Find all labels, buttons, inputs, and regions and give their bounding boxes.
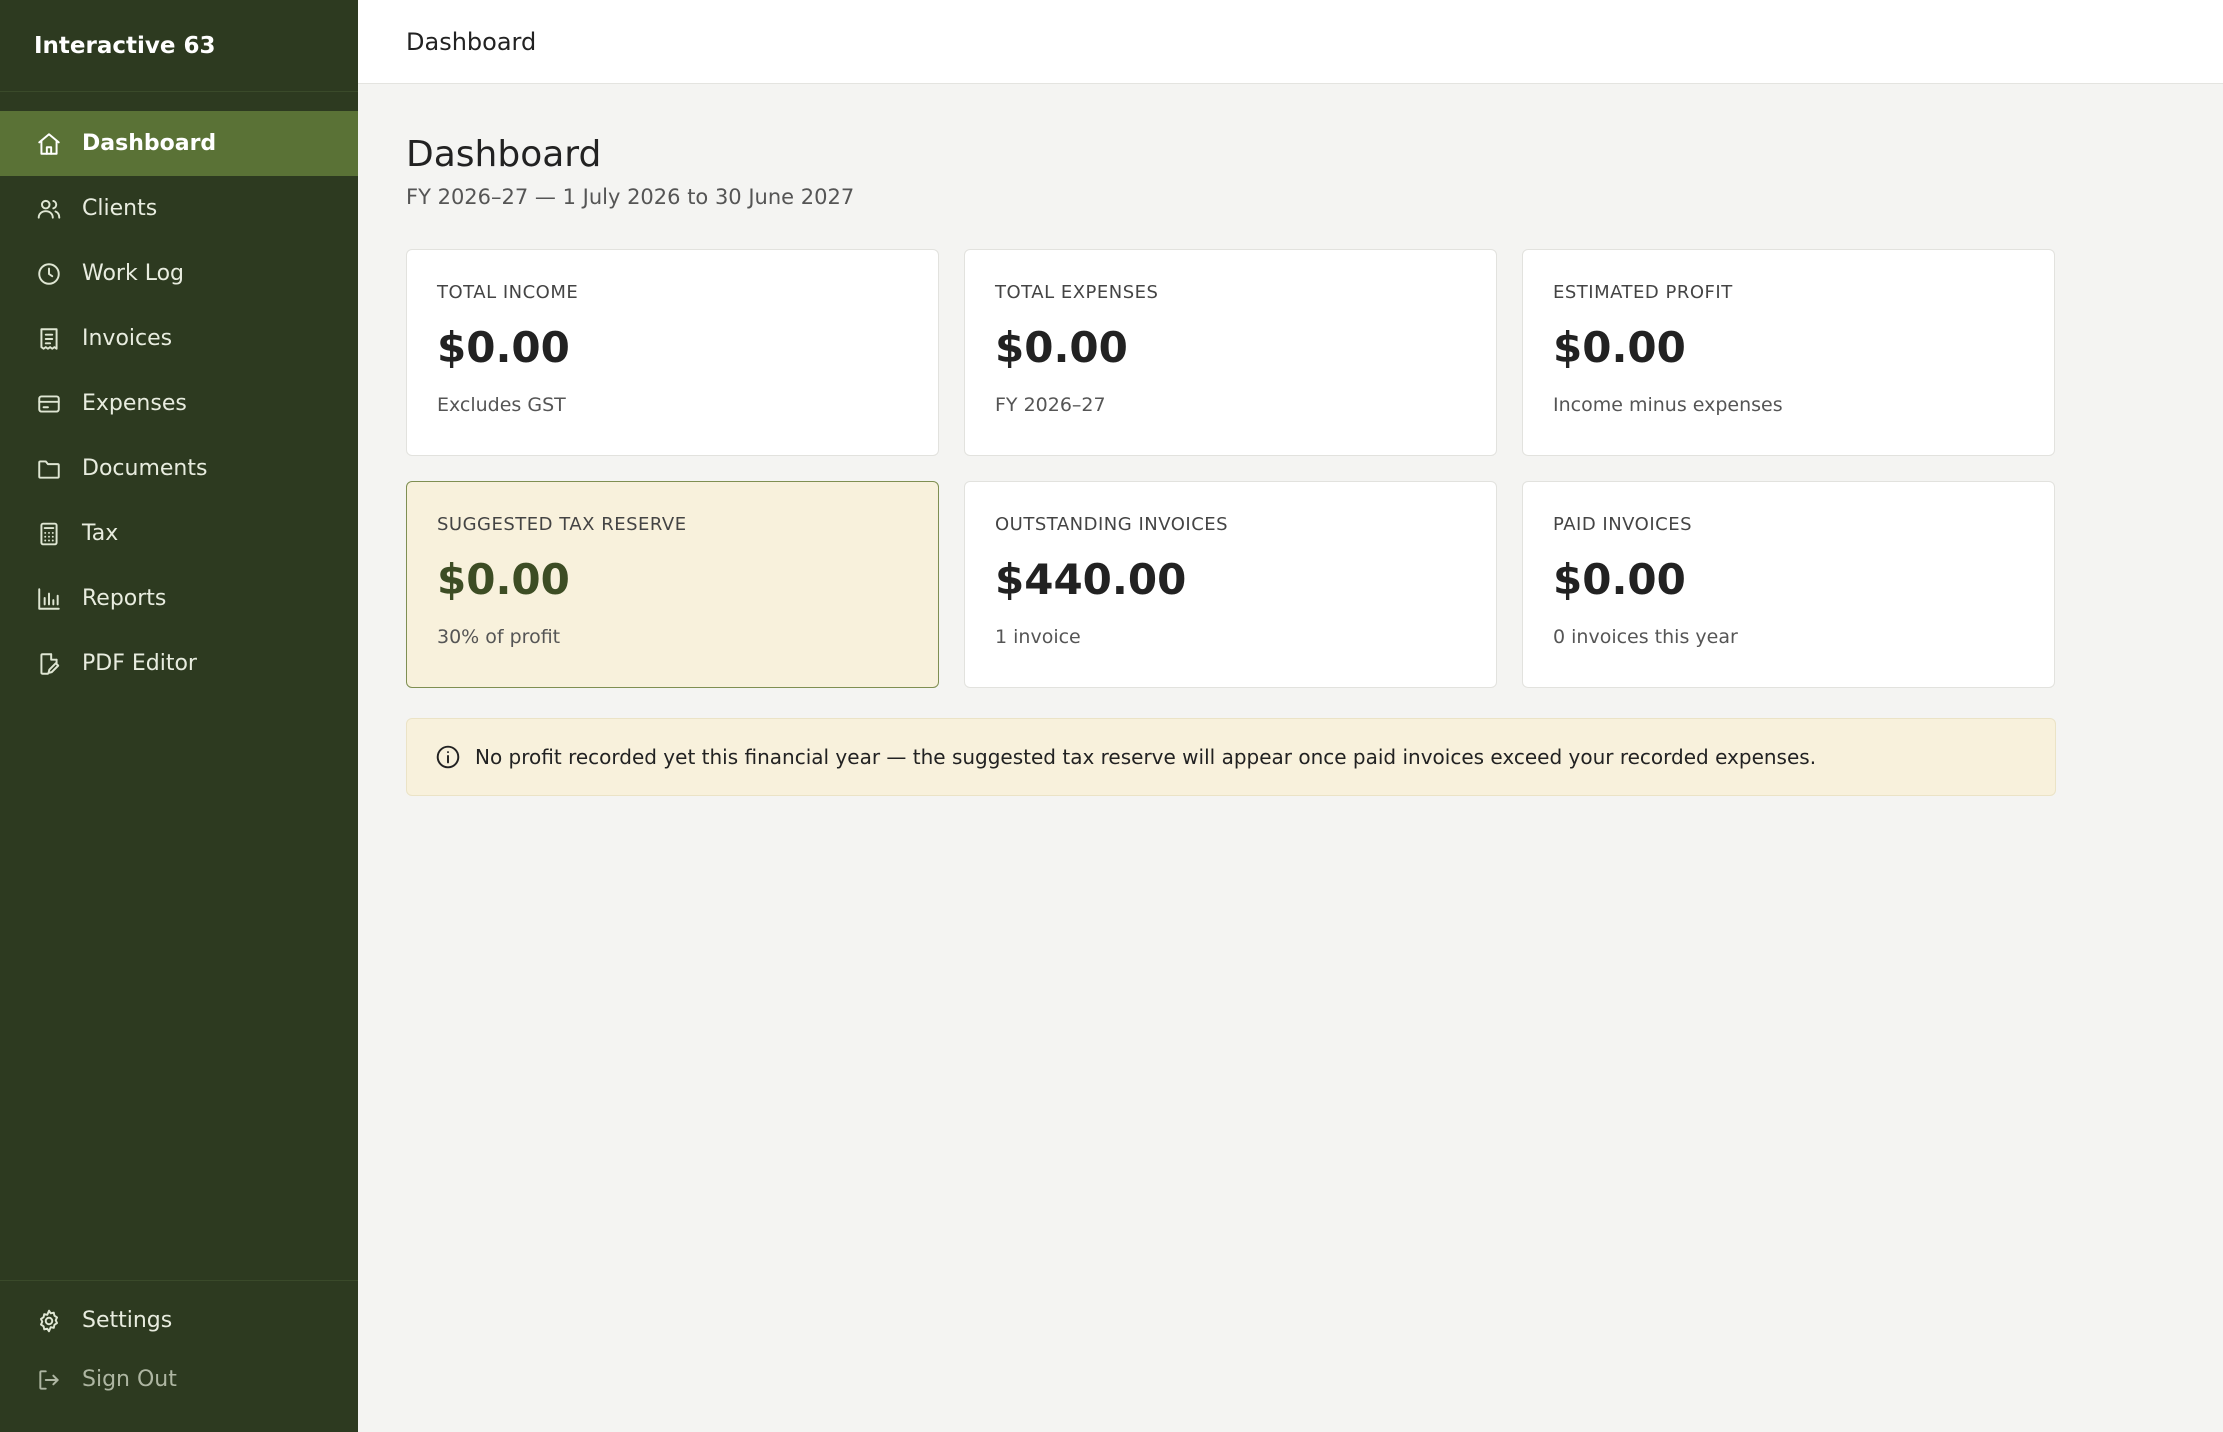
card-total-income: TOTAL INCOME $0.00 Excludes GST — [406, 249, 939, 456]
card-outstanding-invoices: OUTSTANDING INVOICES $440.00 1 invoice — [964, 481, 1497, 688]
sidebar-item-invoices[interactable]: Invoices — [0, 306, 358, 371]
card-note: Excludes GST — [437, 394, 566, 416]
card-paid-invoices: PAID INVOICES $0.00 0 invoices this year — [1522, 481, 2055, 688]
sidebar-item-dashboard[interactable]: Dashboard — [0, 111, 358, 176]
info-notice: No profit recorded yet this financial ye… — [406, 718, 2056, 796]
users-icon — [36, 196, 62, 222]
sidebar-item-label: Documents — [82, 456, 208, 481]
card-estimated-profit: ESTIMATED PROFIT $0.00 Income minus expe… — [1522, 249, 2055, 456]
home-icon — [36, 131, 62, 157]
card-value: $0.00 — [437, 555, 570, 604]
card-value: $0.00 — [995, 323, 1128, 372]
folder-icon — [36, 456, 62, 482]
card-note: FY 2026–27 — [995, 394, 1106, 416]
sidebar-item-label: Work Log — [82, 261, 184, 286]
card-note: Income minus expenses — [1553, 394, 1783, 416]
summary-cards: TOTAL INCOME $0.00 Excludes GST TOTAL EX… — [406, 249, 2056, 688]
sidebar-item-label: Dashboard — [82, 131, 217, 156]
card-suggested-tax-reserve: SUGGESTED TAX RESERVE $0.00 30% of profi… — [406, 481, 939, 688]
card-label: PAID INVOICES — [1553, 514, 1693, 535]
clock-icon — [36, 261, 62, 287]
card-label: SUGGESTED TAX RESERVE — [437, 514, 687, 535]
sidebar-item-pdf-editor[interactable]: PDF Editor — [0, 631, 358, 696]
sidebar-item-label: PDF Editor — [82, 651, 197, 676]
card-value: $0.00 — [1553, 323, 1686, 372]
info-icon — [435, 744, 461, 770]
card-label: TOTAL INCOME — [437, 282, 579, 303]
sidebar-nav: Dashboard Clients Work Log Invoices Expe… — [0, 111, 358, 696]
sidebar-item-label: Sign Out — [82, 1367, 177, 1392]
notice-text: No profit recorded yet this financial ye… — [475, 745, 1817, 769]
sidebar-item-work-log[interactable]: Work Log — [0, 241, 358, 306]
sign-out-icon — [36, 1367, 62, 1393]
receipt-icon — [36, 326, 62, 352]
card-label: TOTAL EXPENSES — [995, 282, 1159, 303]
sidebar-item-settings[interactable]: Settings — [0, 1291, 358, 1350]
calculator-icon — [36, 521, 62, 547]
file-edit-icon — [36, 651, 62, 677]
main-content: Dashboard FY 2026–27 — 1 July 2026 to 30… — [406, 84, 2056, 796]
sidebar-bottom: Settings Sign Out — [0, 1280, 358, 1409]
sign-out-button[interactable]: Sign Out — [0, 1350, 358, 1409]
topbar: Dashboard — [358, 0, 2223, 84]
sidebar: Interactive 63 Dashboard Clients Work Lo… — [0, 0, 358, 1432]
sidebar-item-label: Reports — [82, 586, 167, 611]
card-total-expenses: TOTAL EXPENSES $0.00 FY 2026–27 — [964, 249, 1497, 456]
topbar-title: Dashboard — [406, 27, 537, 56]
sidebar-item-tax[interactable]: Tax — [0, 501, 358, 566]
card-label: ESTIMATED PROFIT — [1553, 282, 1733, 303]
card-note: 0 invoices this year — [1553, 626, 1738, 648]
card-note: 1 invoice — [995, 626, 1081, 648]
sidebar-item-label: Settings — [82, 1308, 173, 1333]
sidebar-item-reports[interactable]: Reports — [0, 566, 358, 631]
bar-chart-icon — [36, 586, 62, 612]
sidebar-item-label: Expenses — [82, 391, 187, 416]
sidebar-item-clients[interactable]: Clients — [0, 176, 358, 241]
brand-name: Interactive 63 — [0, 0, 358, 92]
card-note: 30% of profit — [437, 626, 561, 648]
gear-icon — [36, 1308, 62, 1334]
credit-card-icon — [36, 391, 62, 417]
card-value: $440.00 — [995, 555, 1187, 604]
sidebar-item-expenses[interactable]: Expenses — [0, 371, 358, 436]
card-value: $0.00 — [437, 323, 570, 372]
card-value: $0.00 — [1553, 555, 1686, 604]
sidebar-item-label: Clients — [82, 196, 158, 221]
card-label: OUTSTANDING INVOICES — [995, 514, 1229, 535]
sidebar-item-label: Tax — [82, 521, 119, 546]
page-subtitle: FY 2026–27 — 1 July 2026 to 30 June 2027 — [406, 185, 855, 209]
sidebar-item-documents[interactable]: Documents — [0, 436, 358, 501]
sidebar-item-label: Invoices — [82, 326, 173, 351]
app-root: Interactive 63 Dashboard Clients Work Lo… — [0, 0, 2223, 1432]
page-title: Dashboard — [406, 134, 602, 175]
